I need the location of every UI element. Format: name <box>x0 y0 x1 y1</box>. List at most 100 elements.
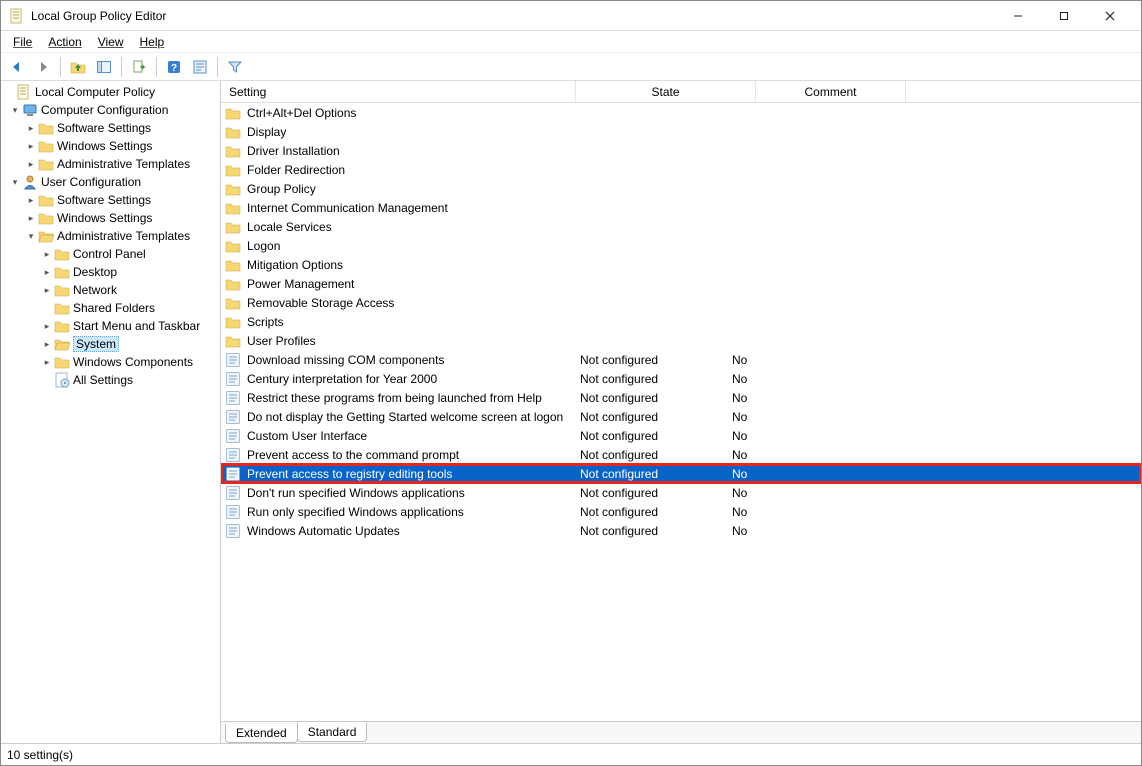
expand-icon[interactable]: ▸ <box>25 141 37 152</box>
list-row-setting[interactable]: Windows Automatic UpdatesNot configuredN… <box>221 521 1141 540</box>
column-comment[interactable]: Comment <box>756 81 906 102</box>
list-item-state: Not configured <box>580 353 658 367</box>
tree-start-menu[interactable]: ▸ Start Menu and Taskbar <box>1 317 220 335</box>
tree-all-settings[interactable]: All Settings <box>1 371 220 389</box>
expand-icon[interactable]: ▸ <box>41 339 53 350</box>
list-row-setting[interactable]: Prevent access to registry editing tools… <box>221 464 1141 483</box>
list-item-label: Logon <box>247 239 280 253</box>
expand-icon[interactable]: ▸ <box>41 357 53 368</box>
folder-icon <box>54 264 70 280</box>
forward-button[interactable] <box>31 56 55 78</box>
list-item-state: Not configured <box>580 467 658 481</box>
list-row-folder[interactable]: Internet Communication Management <box>221 198 1141 217</box>
tree-uc-software[interactable]: ▸ Software Settings <box>1 191 220 209</box>
list-row-folder[interactable]: Removable Storage Access <box>221 293 1141 312</box>
tree-uc-windows[interactable]: ▸ Windows Settings <box>1 209 220 227</box>
column-state[interactable]: State <box>576 81 756 102</box>
tree-control-panel[interactable]: ▸ Control Panel <box>1 245 220 263</box>
list-row-setting[interactable]: Run only specified Windows applicationsN… <box>221 502 1141 521</box>
tree-cc-admin[interactable]: ▸ Administrative Templates <box>1 155 220 173</box>
list-header[interactable]: Setting State Comment <box>221 81 1141 103</box>
list-item-label: Prevent access to registry editing tools <box>247 467 452 481</box>
folder-icon <box>225 181 241 197</box>
tree-cc-software[interactable]: ▸ Software Settings <box>1 119 220 137</box>
list-row-folder[interactable]: Group Policy <box>221 179 1141 198</box>
setting-icon <box>225 504 241 520</box>
tree-shared-folders[interactable]: Shared Folders <box>1 299 220 317</box>
settings-sheet-icon <box>54 372 70 388</box>
menu-action[interactable]: Action <box>42 33 87 51</box>
folder-icon <box>225 219 241 235</box>
menu-view[interactable]: View <box>92 33 130 51</box>
list-row-folder[interactable]: User Profiles <box>221 331 1141 350</box>
list-row-folder[interactable]: Display <box>221 122 1141 141</box>
tree-computer-config[interactable]: ▾ Computer Configuration <box>1 101 220 119</box>
collapse-icon[interactable]: ▾ <box>9 105 21 116</box>
expand-icon[interactable]: ▸ <box>41 249 53 260</box>
list-item-label: Folder Redirection <box>247 163 345 177</box>
tree-panel[interactable]: Local Computer Policy ▾ Computer Configu… <box>1 81 221 743</box>
expand-icon[interactable]: ▸ <box>41 321 53 332</box>
back-button[interactable] <box>5 56 29 78</box>
list-row-setting[interactable]: Restrict these programs from being launc… <box>221 388 1141 407</box>
app-icon <box>9 8 25 24</box>
tree-desktop[interactable]: ▸ Desktop <box>1 263 220 281</box>
svg-text:?: ? <box>171 63 177 74</box>
tree-system[interactable]: ▸ System <box>1 335 220 353</box>
collapse-icon[interactable]: ▾ <box>9 177 21 188</box>
menu-file[interactable]: File <box>7 33 38 51</box>
folder-icon <box>54 282 70 298</box>
expand-icon[interactable]: ▸ <box>41 267 53 278</box>
list-row-setting[interactable]: Do not display the Getting Started welco… <box>221 407 1141 426</box>
show-hide-tree-button[interactable] <box>92 56 116 78</box>
list-item-comment: No <box>732 448 747 462</box>
expand-icon[interactable]: ▸ <box>25 123 37 134</box>
folder-open-icon <box>38 228 54 244</box>
list-row-folder[interactable]: Locale Services <box>221 217 1141 236</box>
expand-icon[interactable]: ▸ <box>25 159 37 170</box>
list-row-setting[interactable]: Custom User InterfaceNot configuredNo <box>221 426 1141 445</box>
menu-help[interactable]: Help <box>134 33 171 51</box>
folder-icon <box>38 156 54 172</box>
list-row-folder[interactable]: Scripts <box>221 312 1141 331</box>
export-list-button[interactable] <box>127 56 151 78</box>
filter-button[interactable] <box>223 56 247 78</box>
tree-uc-admin[interactable]: ▾ Administrative Templates <box>1 227 220 245</box>
close-button[interactable] <box>1087 1 1133 31</box>
tree-root[interactable]: Local Computer Policy <box>1 83 220 101</box>
folder-icon <box>38 210 54 226</box>
list-row-folder[interactable]: Ctrl+Alt+Del Options <box>221 103 1141 122</box>
up-folder-button[interactable] <box>66 56 90 78</box>
list-row-folder[interactable]: Mitigation Options <box>221 255 1141 274</box>
list-row-setting[interactable]: Download missing COM componentsNot confi… <box>221 350 1141 369</box>
tab-extended[interactable]: Extended <box>225 724 298 743</box>
properties-button[interactable] <box>188 56 212 78</box>
minimize-button[interactable] <box>995 1 1041 31</box>
list-row-setting[interactable]: Century interpretation for Year 2000Not … <box>221 369 1141 388</box>
list-row-folder[interactable]: Folder Redirection <box>221 160 1141 179</box>
expand-icon[interactable]: ▸ <box>41 285 53 296</box>
column-setting[interactable]: Setting <box>221 81 576 102</box>
maximize-button[interactable] <box>1041 1 1087 31</box>
list-item-comment: No <box>732 372 747 386</box>
tree-user-config[interactable]: ▾ User Configuration <box>1 173 220 191</box>
list-row-folder[interactable]: Driver Installation <box>221 141 1141 160</box>
list-row-folder[interactable]: Logon <box>221 236 1141 255</box>
list-row-folder[interactable]: Power Management <box>221 274 1141 293</box>
tree-windows-components[interactable]: ▸ Windows Components <box>1 353 220 371</box>
toolbar-separator <box>217 57 218 77</box>
expand-icon[interactable]: ▸ <box>25 213 37 224</box>
tree-cc-windows[interactable]: ▸ Windows Settings <box>1 137 220 155</box>
list-row-setting[interactable]: Don't run specified Windows applications… <box>221 483 1141 502</box>
list-item-state: Not configured <box>580 372 658 386</box>
help-button[interactable]: ? <box>162 56 186 78</box>
setting-icon <box>225 352 241 368</box>
list-row-setting[interactable]: Prevent access to the command promptNot … <box>221 445 1141 464</box>
list-item-label: Removable Storage Access <box>247 296 394 310</box>
collapse-icon[interactable]: ▾ <box>25 231 37 242</box>
titlebar: Local Group Policy Editor <box>1 1 1141 31</box>
expand-icon[interactable]: ▸ <box>25 195 37 206</box>
list-body[interactable]: Ctrl+Alt+Del OptionsDisplayDriver Instal… <box>221 103 1141 721</box>
tab-standard[interactable]: Standard <box>297 722 368 742</box>
tree-network[interactable]: ▸ Network <box>1 281 220 299</box>
